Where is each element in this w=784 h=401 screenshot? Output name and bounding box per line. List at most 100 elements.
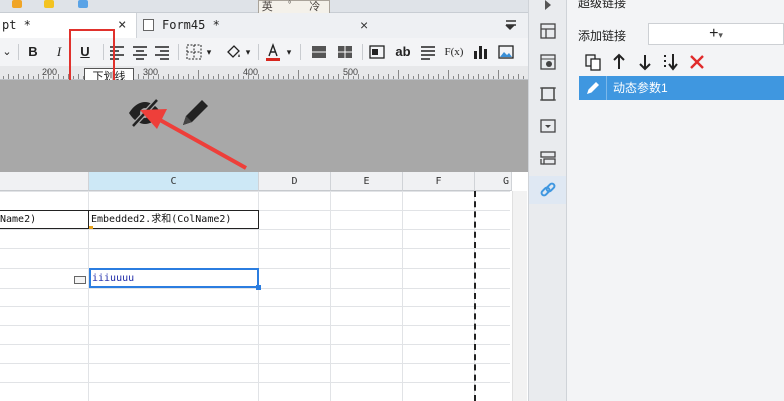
column-header-g[interactable]: G (475, 172, 512, 191)
cell-widget-icon[interactable] (74, 276, 86, 284)
ruler-tick (523, 76, 524, 79)
tab-label: pt * (2, 18, 31, 32)
list-item[interactable] (579, 76, 784, 100)
ruler-label: 200 (42, 67, 58, 77)
cell-element-icon[interactable] (539, 85, 557, 103)
ruler-tick (268, 74, 269, 79)
ruler-tick (453, 76, 454, 79)
hide-eye-icon[interactable] (127, 98, 163, 128)
move-down-icon[interactable] (636, 52, 654, 72)
add-link-button[interactable]: +▾ (648, 23, 784, 45)
font-size-dropdown-icon[interactable]: ⌄ (0, 42, 14, 62)
edit-pencil-icon[interactable] (178, 96, 212, 130)
ruler-tick (413, 76, 414, 79)
ruler-tick (48, 70, 49, 79)
ruler-tick (138, 74, 139, 79)
ruler-tick (443, 76, 444, 79)
ruler-tick (498, 70, 499, 79)
delete-icon[interactable] (688, 52, 706, 72)
widget-settings-icon[interactable] (539, 53, 557, 71)
sort-icon[interactable] (662, 52, 680, 72)
font-color-icon[interactable] (264, 42, 282, 62)
ruler-tick (163, 76, 164, 79)
column-header-c[interactable]: C (89, 172, 259, 191)
side-icon-strip (528, 0, 567, 401)
bold-button[interactable]: B (24, 42, 42, 62)
column-header-d[interactable]: D (259, 172, 331, 191)
ruler-tick (403, 76, 404, 79)
align-right-icon[interactable] (153, 42, 171, 62)
column-header-f[interactable]: F (403, 172, 475, 191)
ruler-tick (173, 76, 174, 79)
ruler-tick (478, 74, 479, 79)
ruler-tick (418, 74, 419, 79)
chevron-down-icon[interactable]: ▾ (204, 42, 214, 62)
cell-element-icon[interactable] (368, 42, 386, 62)
tab-menu-icon[interactable] (504, 18, 518, 32)
ruler-tick (248, 70, 249, 79)
ruler-tick (3, 76, 4, 79)
ruler-tick (328, 74, 329, 79)
edit-pencil-icon[interactable] (585, 80, 601, 96)
tab-close-icon[interactable]: × (360, 13, 368, 38)
spreadsheet-grid[interactable]: C D E F G Name2) Embedded2.求和(ColName2) … (0, 172, 528, 401)
ruler-tick (208, 74, 209, 79)
ruler-tick (513, 76, 514, 79)
column-header-e[interactable]: E (331, 172, 403, 191)
dropdown-widget-icon[interactable] (539, 117, 557, 135)
ruler-tick (63, 76, 64, 79)
ruler-tick (148, 70, 149, 79)
ruler-tick (298, 70, 299, 79)
column-header-b[interactable] (0, 172, 89, 191)
move-up-icon[interactable] (610, 52, 628, 72)
ruler-tick (188, 74, 189, 79)
preview-icon[interactable] (78, 0, 88, 8)
fill-handle[interactable] (256, 285, 261, 290)
ruler-tick (18, 74, 19, 79)
merge-cells-icon[interactable] (310, 42, 328, 62)
ruler-tick (378, 74, 379, 79)
preview-area (0, 80, 528, 172)
ruler-tick (198, 70, 199, 79)
ruler-tick (218, 74, 219, 79)
split-cells-icon[interactable] (336, 42, 354, 62)
ruler-tick (228, 74, 229, 79)
condition-attribute-icon[interactable] (539, 149, 557, 167)
chevron-down-icon[interactable]: ▾ (284, 42, 294, 62)
save-icon[interactable] (12, 0, 22, 8)
list-item-label: 动态参数1 (613, 81, 668, 95)
chevron-down-icon[interactable]: ▾ (243, 42, 253, 62)
tab-form45[interactable]: Form45 * (162, 13, 220, 38)
expand-arrow-icon[interactable] (539, 0, 557, 18)
ruler-tick (273, 76, 274, 79)
link-icon[interactable] (539, 181, 557, 199)
fill-color-icon[interactable] (224, 42, 242, 62)
bulb-icon[interactable] (44, 0, 54, 8)
italic-button[interactable]: I (50, 42, 68, 62)
ruler-tick (438, 74, 439, 79)
chart-icon[interactable] (471, 42, 489, 62)
cell-attribute-icon[interactable] (539, 22, 557, 40)
copy-icon[interactable] (584, 52, 602, 72)
ruler-tick (388, 74, 389, 79)
grid-row-line (0, 325, 510, 326)
grid-row-line (0, 288, 510, 289)
rich-text-icon[interactable] (419, 42, 437, 62)
cell-c6[interactable]: iiiuuuu (92, 271, 134, 287)
text-element-button[interactable]: ab (392, 42, 414, 62)
ruler-tick (293, 76, 294, 79)
chevron-down-icon: ▾ (718, 30, 723, 40)
tab-close-icon[interactable]: × (118, 13, 126, 38)
cell-c3[interactable]: Embedded2.求和(ColName2) (91, 212, 231, 228)
vertical-scrollbar[interactable] (512, 191, 527, 401)
ruler-tick (353, 76, 354, 79)
ruler-tick (503, 76, 504, 79)
cell-b3[interactable]: Name2) (0, 212, 36, 228)
align-center-icon[interactable] (131, 42, 149, 62)
image-icon[interactable] (497, 42, 515, 62)
ruler-tick (518, 74, 519, 79)
ruler-tick (338, 74, 339, 79)
border-icon[interactable] (185, 42, 203, 62)
formula-button[interactable]: F(x) (443, 42, 465, 62)
grid-row-line (0, 229, 510, 230)
